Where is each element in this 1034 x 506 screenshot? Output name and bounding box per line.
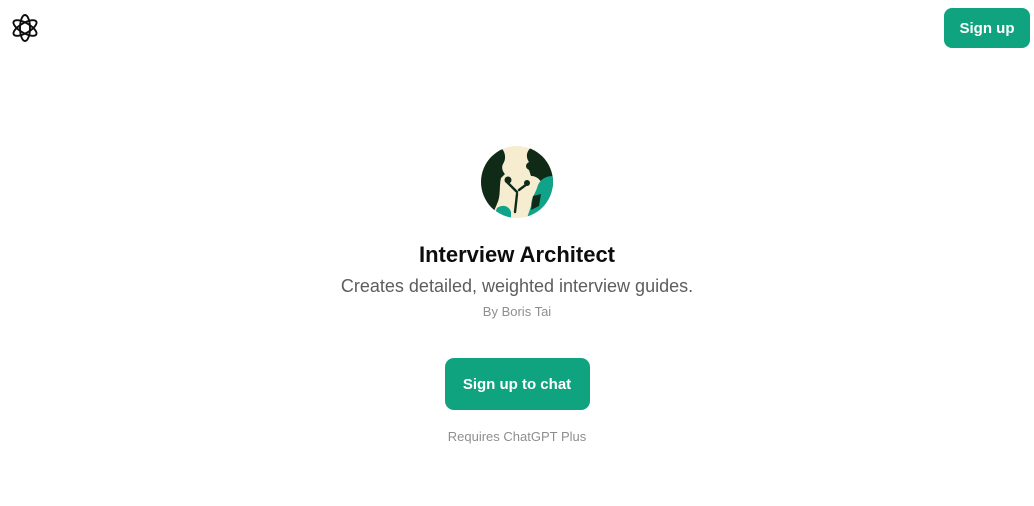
gpt-card: Interview Architect Creates detailed, we… [0,146,1034,445]
requirement-note: Requires ChatGPT Plus [447,429,587,444]
signup-to-chat-button[interactable]: Sign up to chat [444,358,590,410]
page: Sign up Interview Architect Creates deta… [0,0,1034,506]
gpt-author: By Boris Tai [482,304,552,319]
gpt-description: Creates detailed, weighted interview gui… [340,276,694,296]
openai-logo-icon[interactable] [9,12,41,44]
signup-button[interactable]: Sign up [944,8,1030,48]
gpt-avatar [481,146,553,218]
interview-silhouettes-avatar-icon [481,146,553,218]
gpt-title: Interview Architect [418,242,616,267]
